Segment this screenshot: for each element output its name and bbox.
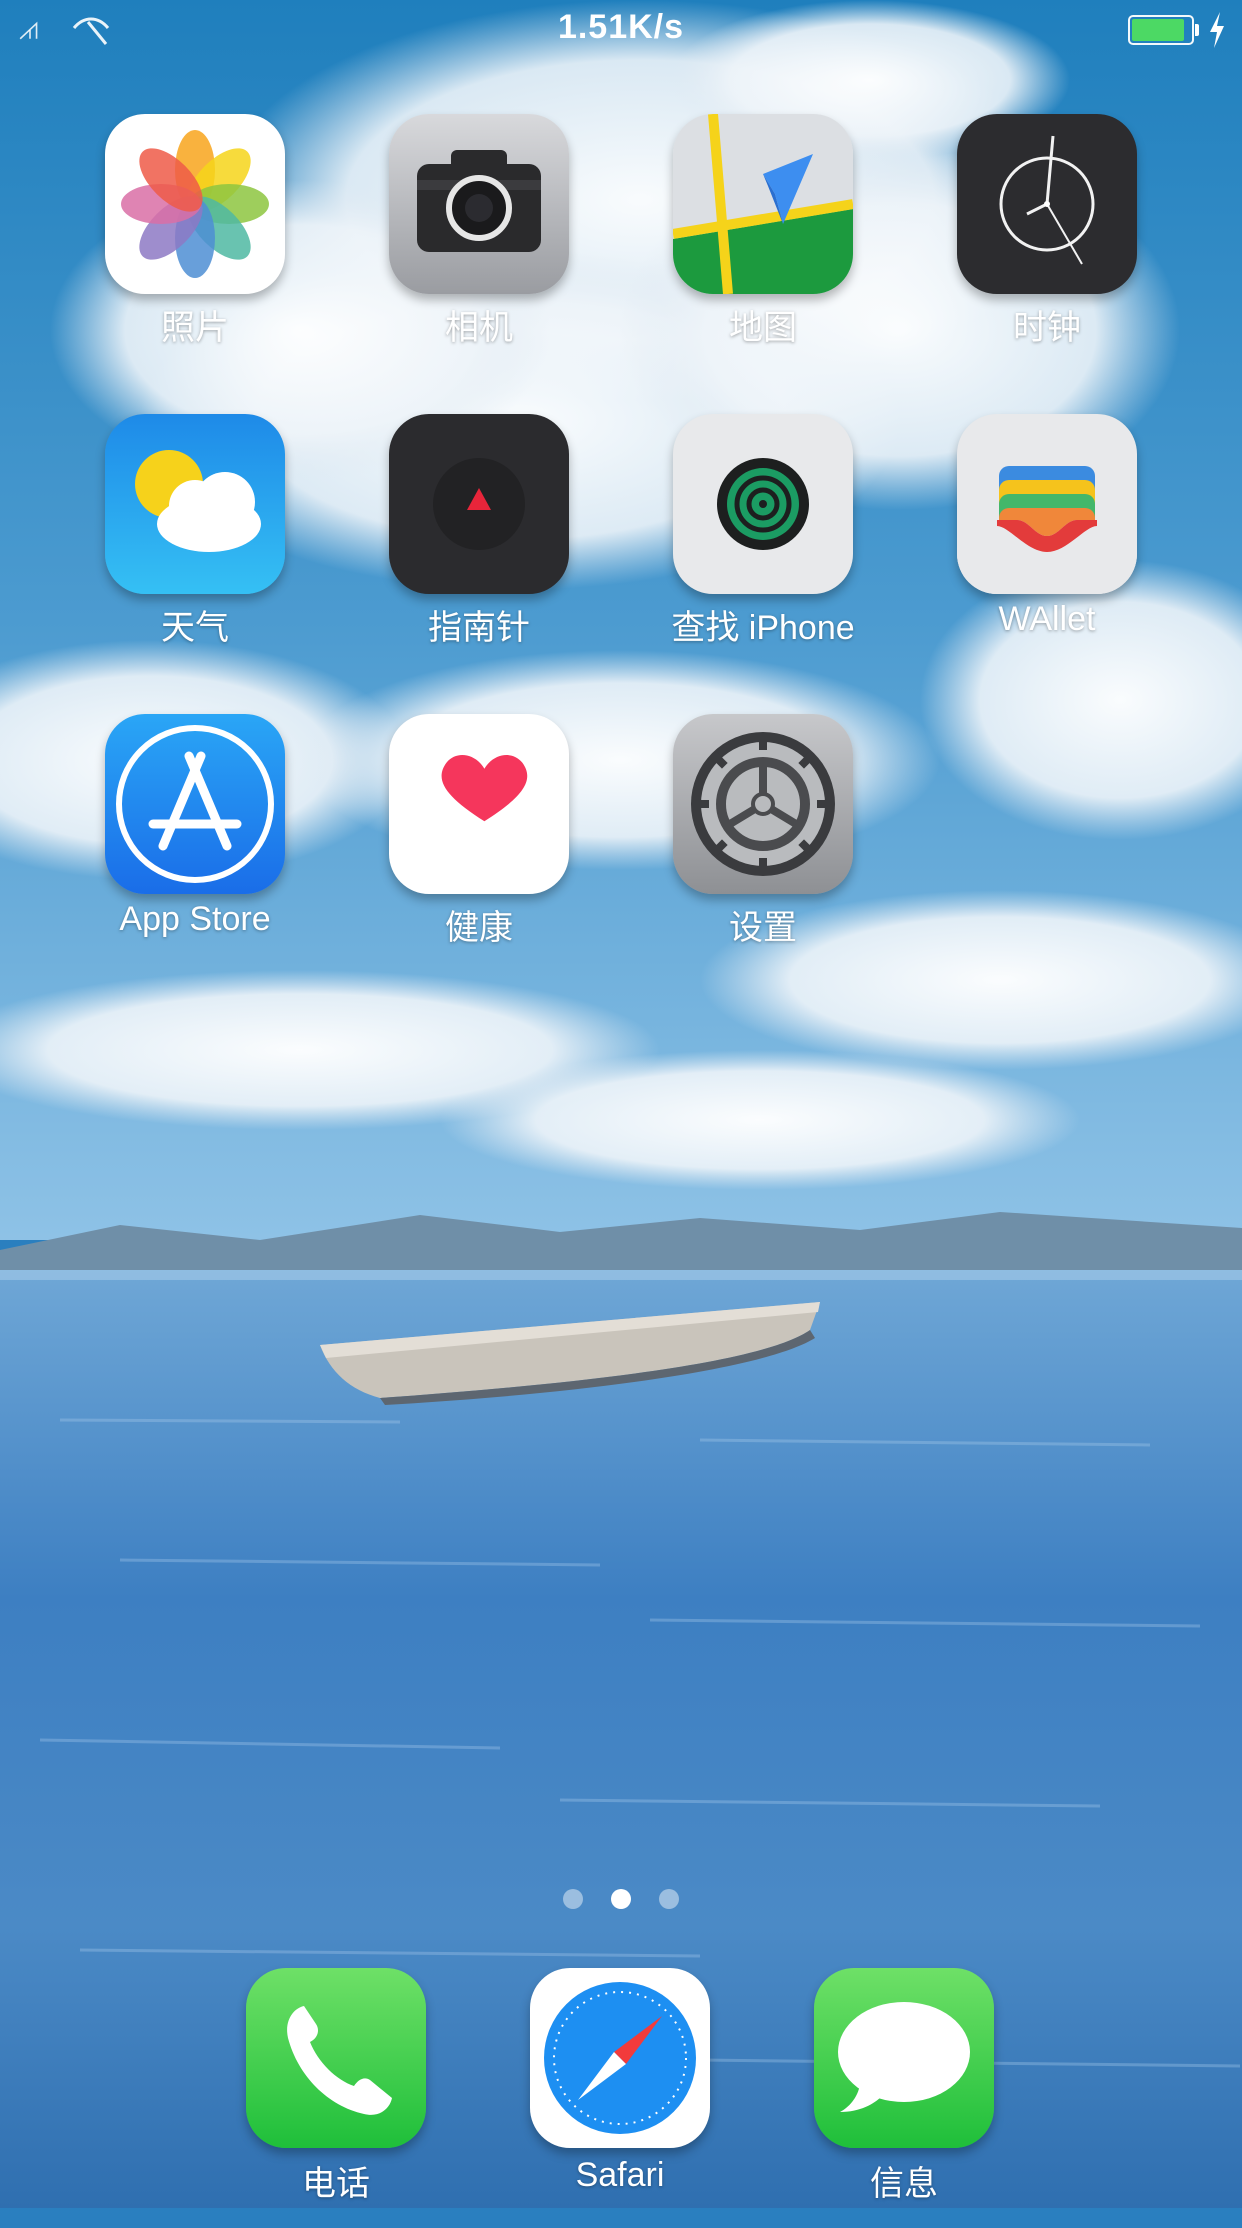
app-compass[interactable]: 指南针	[344, 414, 604, 674]
app-weather[interactable]: 天气	[60, 414, 320, 674]
app-app-store[interactable]: App Store	[60, 714, 320, 974]
status-bar: 1.51K/s	[0, 0, 1242, 62]
app-camera[interactable]: 相机	[344, 114, 604, 374]
page-dot[interactable]	[563, 1889, 583, 1909]
app-label: 照片	[161, 309, 229, 347]
app-label: 电话	[302, 2165, 370, 2203]
app-label: 天气	[161, 609, 229, 647]
camera-icon	[389, 114, 569, 294]
app-label: 相机	[445, 309, 513, 347]
app-label: WAllet	[998, 600, 1096, 638]
find-iphone-icon	[673, 414, 853, 594]
clock-icon	[957, 114, 1137, 294]
weather-icon	[105, 414, 285, 594]
compass-icon	[389, 414, 569, 594]
network-speed: 1.51K/s	[557, 8, 685, 46]
app-label: 信息	[870, 2165, 938, 2203]
app-wallet[interactable]: WAllet	[912, 414, 1172, 674]
app-label: 查找 iPhone	[671, 609, 855, 647]
dock-app-messages[interactable]: 信息	[769, 1968, 1029, 2228]
battery-fill	[1132, 19, 1185, 41]
page-dot-current[interactable]	[611, 1889, 631, 1909]
app-label: 指南针	[428, 609, 530, 647]
safari-icon	[530, 1968, 710, 2148]
dock-app-safari[interactable]: Safari	[485, 1968, 745, 2228]
app-label: App Store	[119, 900, 271, 938]
app-label: 健康	[445, 909, 513, 947]
charging-bolt-icon	[1210, 12, 1224, 48]
battery-icon	[1128, 15, 1194, 45]
settings-icon	[673, 714, 853, 894]
app-health[interactable]: 健康	[344, 714, 604, 974]
photos-icon	[105, 114, 285, 294]
app-photos[interactable]: 照片	[60, 114, 320, 374]
app-clock[interactable]: 时钟	[912, 114, 1172, 374]
app-label: 地图	[729, 309, 797, 347]
dock-app-phone[interactable]: 电话	[201, 1968, 461, 2228]
maps-icon	[673, 114, 853, 294]
app-settings[interactable]: 设置	[628, 714, 888, 974]
app-find-iphone[interactable]: 查找 iPhone	[628, 414, 888, 674]
page-dot[interactable]	[659, 1889, 679, 1909]
page-indicator	[0, 1885, 1242, 1915]
app-label: Safari	[575, 2156, 665, 2194]
wallet-icon	[957, 414, 1137, 594]
app-store-icon	[105, 714, 285, 894]
health-icon	[389, 714, 569, 894]
battery-tip	[1195, 24, 1199, 36]
messages-icon	[814, 1968, 994, 2148]
app-label: 时钟	[1013, 309, 1081, 347]
app-maps[interactable]: 地图	[628, 114, 888, 374]
phone-icon	[246, 1968, 426, 2148]
app-label: 设置	[729, 909, 797, 947]
